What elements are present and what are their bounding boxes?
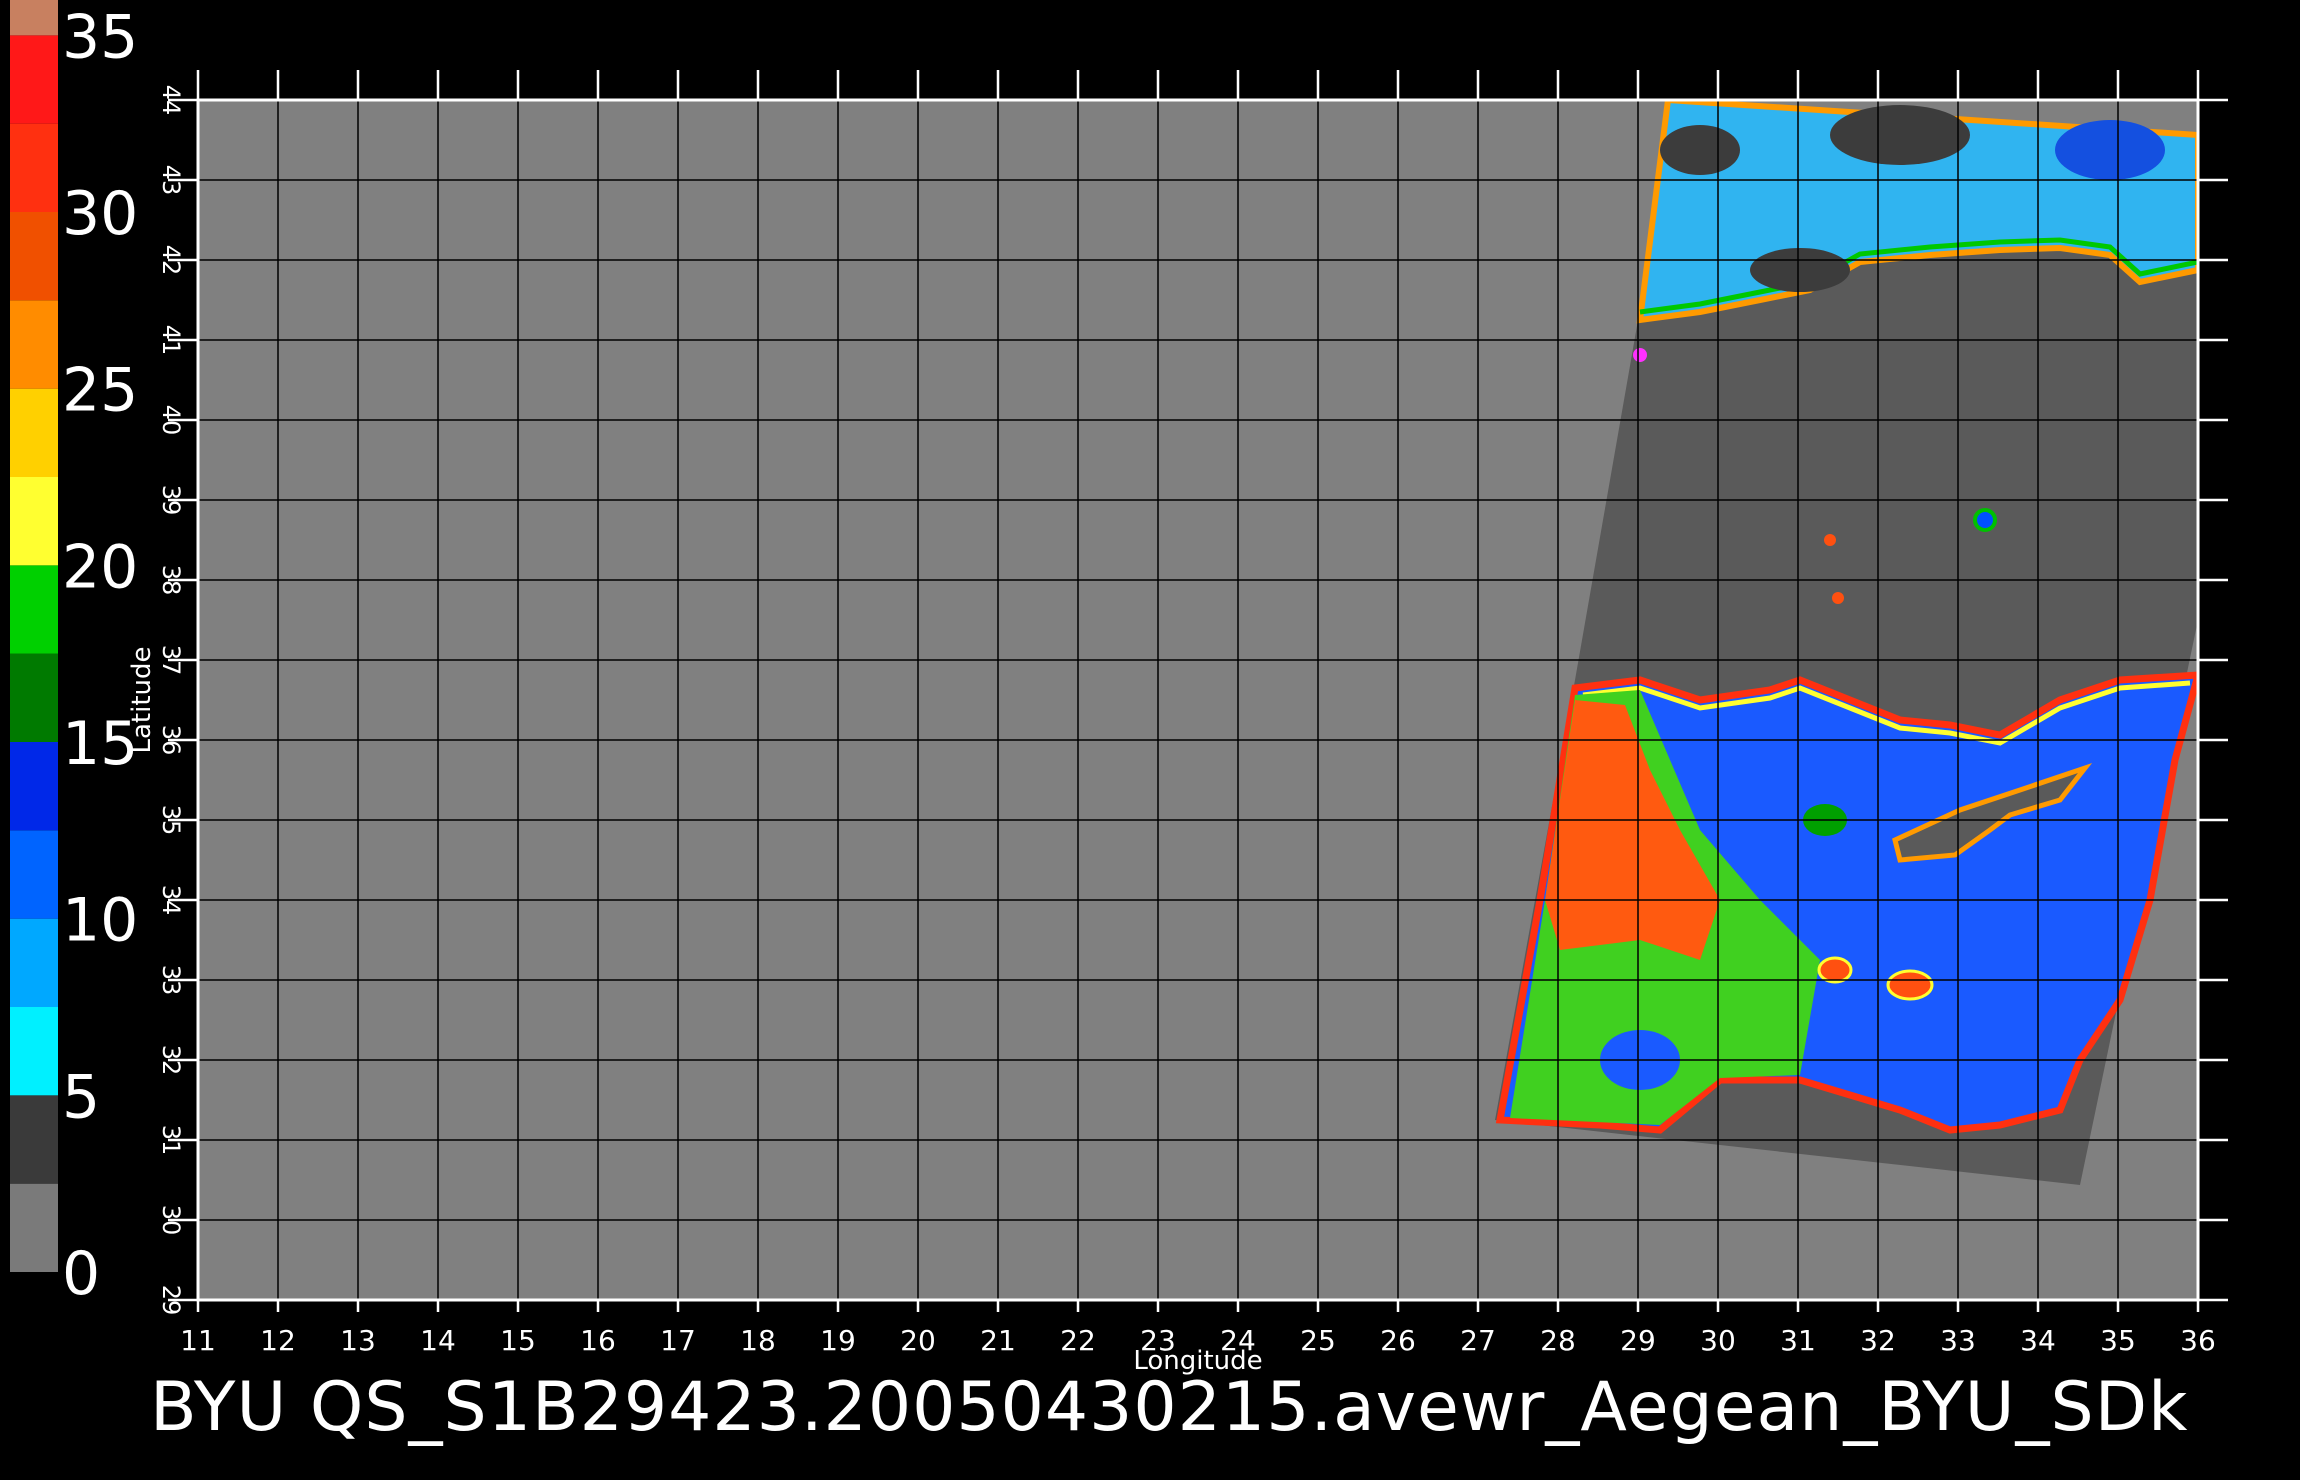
lon-tick-label: 25 <box>1300 1324 1336 1357</box>
lon-tick-label: 29 <box>1620 1324 1656 1357</box>
lat-tick-label: 43 <box>157 165 185 196</box>
y-axis-label: Latitude <box>127 646 157 753</box>
colorbar-segment <box>10 212 58 301</box>
lon-tick-label: 11 <box>180 1324 216 1357</box>
lat-tick-label: 34 <box>157 885 185 916</box>
lon-tick-label: 21 <box>980 1324 1016 1357</box>
lon-tick-label: 26 <box>1380 1324 1416 1357</box>
lat-tick-label: 41 <box>157 325 185 356</box>
island-wind <box>1973 508 1997 532</box>
colorbar-label: 0 <box>62 1239 100 1309</box>
colorbar-segment <box>10 565 58 654</box>
colorbar-segment <box>10 477 58 566</box>
colorbar-segment <box>10 300 58 389</box>
lon-tick-label: 20 <box>900 1324 936 1357</box>
island-wind <box>1824 534 1836 546</box>
colorbar-label: 5 <box>62 1062 100 1132</box>
colorbar-segment <box>10 830 58 919</box>
colorbar-label: 35 <box>62 2 138 72</box>
lon-tick-label: 35 <box>2100 1324 2136 1357</box>
colorbar-segment <box>10 388 58 477</box>
lat-tick-label: 35 <box>157 805 185 836</box>
north-land-dark <box>1830 105 1970 165</box>
colorbar-segment <box>10 1007 58 1096</box>
lon-tick-label: 12 <box>260 1324 296 1357</box>
lon-tick-label: 15 <box>500 1324 536 1357</box>
latitude-tick-labels: 29 30 31 32 33 34 35 36 37 38 39 40 41 42 43 44 <box>157 85 185 1316</box>
colorbar-label: 25 <box>62 356 138 426</box>
colorbar-label: 20 <box>62 532 138 602</box>
island-wind <box>1633 348 1647 362</box>
lat-tick-label: 30 <box>157 1205 185 1236</box>
north-land-dark <box>1750 248 1850 292</box>
lat-tick-label: 29 <box>157 1285 185 1316</box>
south-wind-patch <box>1886 969 1934 1001</box>
lon-tick-label: 33 <box>1940 1324 1976 1357</box>
lon-tick-label: 19 <box>820 1324 856 1357</box>
lat-tick-label: 38 <box>157 565 185 596</box>
island-wind <box>1832 592 1844 604</box>
colorbar-label: 30 <box>62 179 138 249</box>
lon-tick-label: 34 <box>2020 1324 2056 1357</box>
colorbar-segment <box>10 918 58 1007</box>
colorbar-segment <box>10 742 58 831</box>
lon-tick-label: 22 <box>1060 1324 1096 1357</box>
north-land-dark <box>1660 125 1740 175</box>
colorbar-segment <box>10 35 58 124</box>
colorbar <box>10 0 58 1272</box>
lon-tick-label: 17 <box>660 1324 696 1357</box>
north-land-dark <box>2055 120 2165 180</box>
image-caption: BYU QS_S1B29423.20050430215.avewr_Aegean… <box>150 1368 2189 1447</box>
lon-tick-label: 36 <box>2180 1324 2216 1357</box>
colorbar-segment <box>10 1183 58 1272</box>
lon-tick-label: 13 <box>340 1324 376 1357</box>
lon-tick-label: 16 <box>580 1324 616 1357</box>
colorbar-label: 10 <box>62 886 138 956</box>
lat-tick-label: 37 <box>157 645 185 676</box>
lon-tick-label: 30 <box>1700 1324 1736 1357</box>
lat-tick-label: 42 <box>157 245 185 276</box>
lon-tick-label: 28 <box>1540 1324 1576 1357</box>
lon-tick-label: 32 <box>1860 1324 1896 1357</box>
colorbar-segment <box>10 653 58 742</box>
colorbar-segment <box>10 123 58 212</box>
lon-tick-label: 18 <box>740 1324 776 1357</box>
lat-tick-label: 31 <box>157 1125 185 1156</box>
lat-tick-label: 39 <box>157 485 185 516</box>
colorbar-segment <box>10 1095 58 1184</box>
wind-map-figure: 05101520253035 11 12 13 14 15 16 17 18 19 20 21 22 2… <box>10 0 2228 1376</box>
lat-tick-label: 32 <box>157 1045 185 1076</box>
lon-tick-label: 14 <box>420 1324 456 1357</box>
south-wind-patch <box>1817 956 1853 984</box>
lon-tick-label: 31 <box>1780 1324 1816 1357</box>
lat-tick-label: 44 <box>157 85 185 116</box>
lat-tick-label: 36 <box>157 725 185 756</box>
colorbar-segment <box>10 0 58 36</box>
lat-tick-label: 33 <box>157 965 185 996</box>
lon-tick-label: 27 <box>1460 1324 1496 1357</box>
lat-tick-label: 40 <box>157 405 185 436</box>
